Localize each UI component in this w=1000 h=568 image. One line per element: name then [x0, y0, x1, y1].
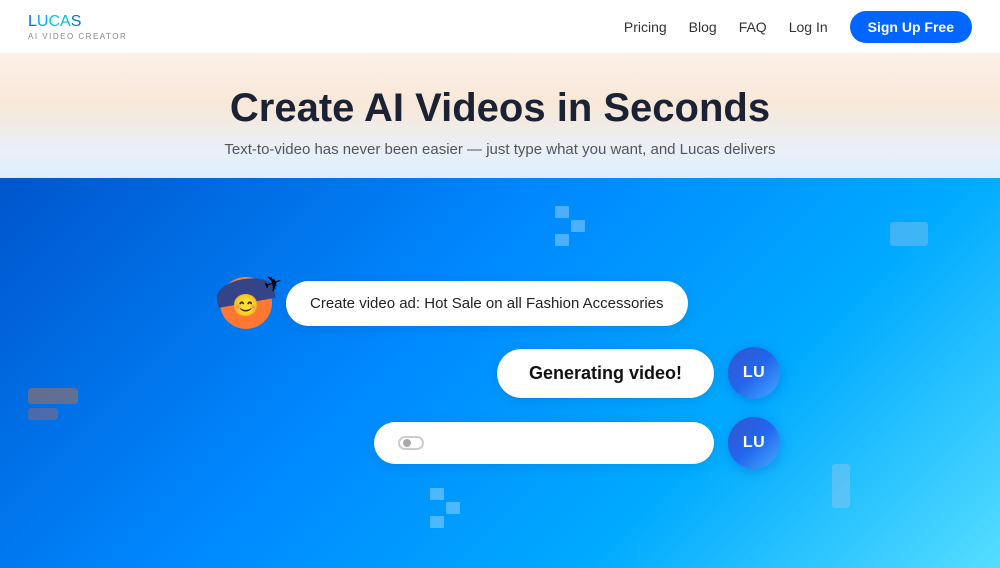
- nav: Pricing Blog FAQ Log In Sign Up Free: [624, 11, 972, 43]
- logo-letter-c: C: [48, 13, 60, 30]
- logo-letter-a: A: [60, 13, 71, 30]
- deco-checkered-top: [555, 206, 585, 246]
- main-demo-section: ✈ Create video ad: Hot Sale on all Fashi…: [0, 178, 1000, 568]
- user-message-row: ✈ Create video ad: Hot Sale on all Fashi…: [210, 277, 790, 329]
- loading-indicator: [398, 436, 424, 450]
- logo-letter-l: L: [28, 13, 37, 30]
- deco-rect-top-right: [890, 222, 928, 246]
- deco-rect-left-top: [28, 388, 78, 404]
- deco-rect-left-bottom: [28, 408, 58, 420]
- generating-message-row: Generating video! LU: [210, 347, 790, 399]
- loading-message-row: LU: [210, 417, 790, 469]
- nav-blog[interactable]: Blog: [689, 19, 717, 35]
- nav-faq[interactable]: FAQ: [739, 19, 767, 35]
- logo-subtitle: AI Video Creator: [28, 32, 127, 41]
- user-avatar: ✈: [220, 277, 272, 329]
- logo-letter-u: U: [37, 13, 49, 30]
- nav-login[interactable]: Log In: [789, 19, 828, 35]
- generating-text: Generating video!: [529, 363, 682, 383]
- header: LUCAS AI Video Creator Pricing Blog FAQ …: [0, 0, 1000, 54]
- hero-subtitle: Text-to-video has never been easier — ju…: [20, 141, 980, 158]
- lu-avatar-2: LU: [728, 417, 780, 469]
- signup-button[interactable]: Sign Up Free: [850, 11, 972, 43]
- user-message-text: Create video ad: Hot Sale on all Fashion…: [310, 295, 664, 312]
- deco-checkered-bottom: [430, 488, 460, 528]
- logo: LUCAS AI Video Creator: [28, 13, 127, 41]
- deco-rect-bottom-right: [832, 464, 850, 508]
- logo-letter-s: S: [71, 13, 82, 30]
- hero-title: Create AI Videos in Seconds: [20, 86, 980, 131]
- paper-plane-icon: ✈: [260, 269, 286, 300]
- user-message-bubble: Create video ad: Hot Sale on all Fashion…: [286, 281, 688, 326]
- chat-container: ✈ Create video ad: Hot Sale on all Fashi…: [210, 277, 790, 469]
- hero-section: Create AI Videos in Seconds Text-to-vide…: [0, 54, 1000, 178]
- logo-text: LUCAS: [28, 13, 127, 31]
- nav-pricing[interactable]: Pricing: [624, 19, 667, 35]
- lu-avatar-1: LU: [728, 347, 780, 399]
- generating-bubble: Generating video!: [497, 349, 714, 398]
- loading-bubble: [374, 422, 714, 464]
